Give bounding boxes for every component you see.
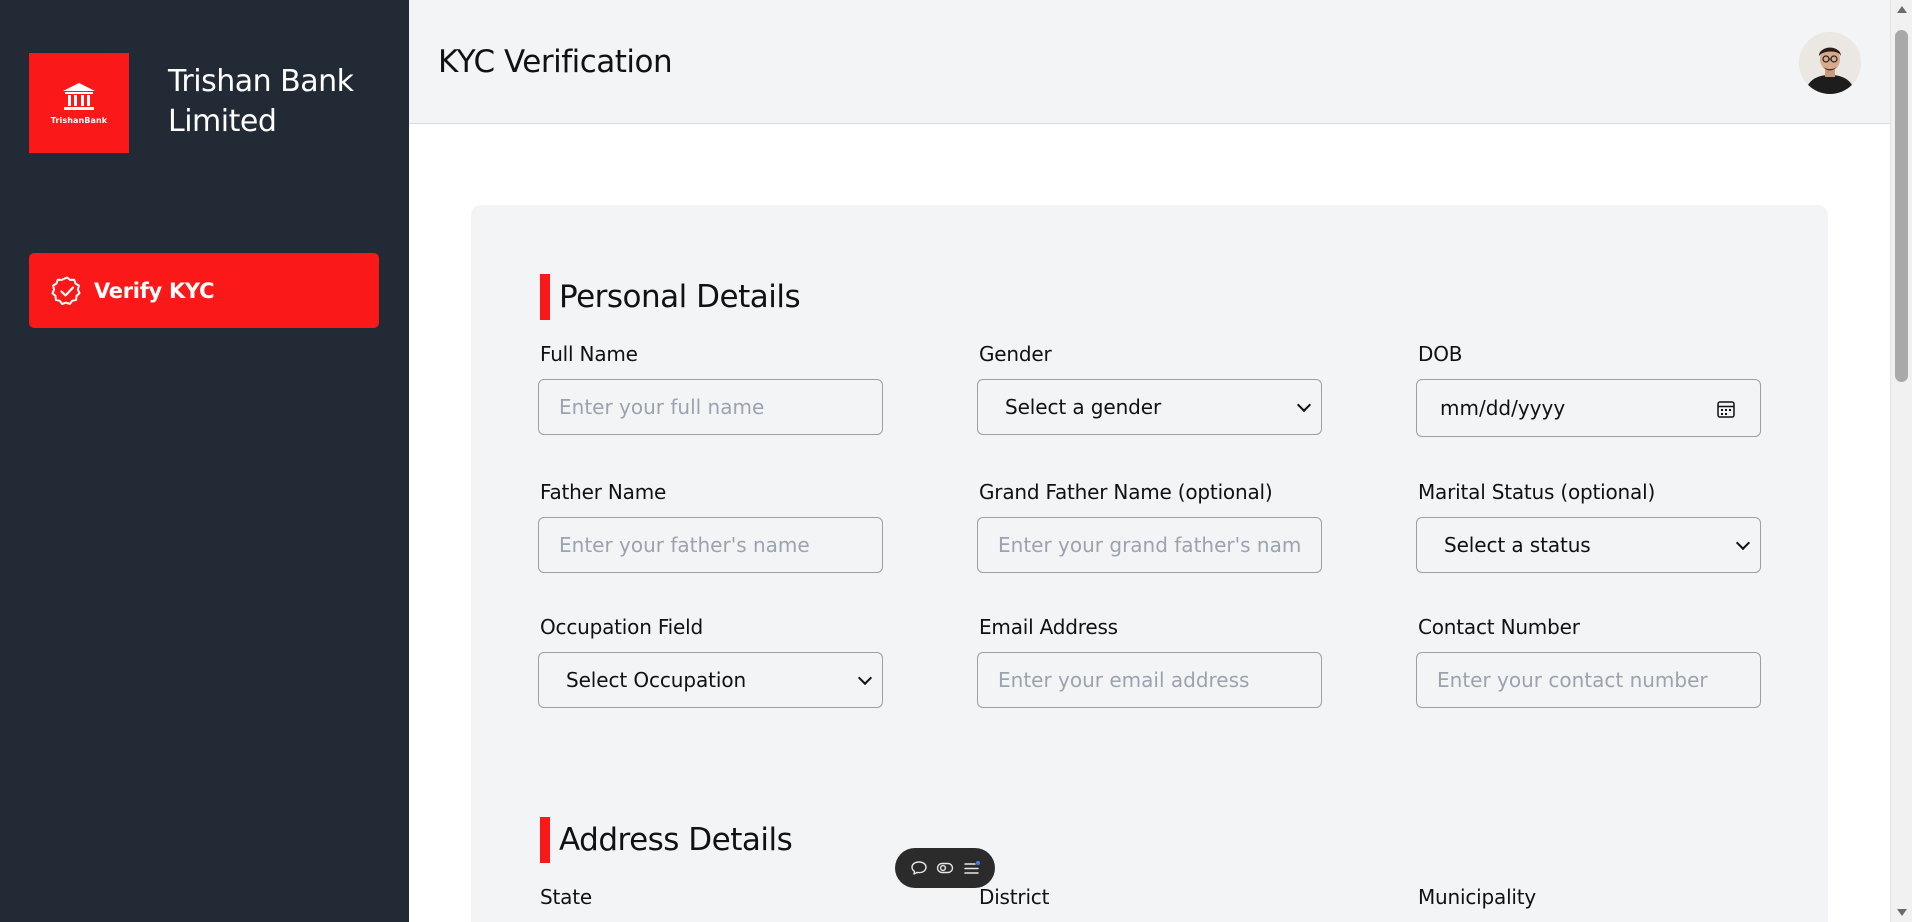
contact-number-input[interactable] <box>1416 652 1761 708</box>
occupation-field: Occupation Field Select Occupation <box>538 615 883 708</box>
grandfather-name-input[interactable] <box>977 517 1322 573</box>
grandfather-name-field: Grand Father Name (optional) <box>977 480 1322 573</box>
municipality-label: Municipality <box>1418 885 1537 909</box>
scroll-up-arrow-icon[interactable] <box>1897 6 1907 13</box>
marital-status-field: Marital Status (optional) Select a statu… <box>1416 480 1761 573</box>
floating-toolbar <box>895 848 995 888</box>
chevron-down-icon <box>1296 397 1312 413</box>
district-label: District <box>979 885 1050 909</box>
marital-status-select[interactable]: Select a status <box>1416 517 1761 573</box>
scroll-thumb[interactable] <box>1895 30 1908 382</box>
section-title: Address Details <box>559 822 793 858</box>
toggle-icon[interactable] <box>936 859 954 877</box>
email-label: Email Address <box>979 615 1118 639</box>
occupation-select[interactable]: Select Occupation <box>538 652 883 708</box>
dob-placeholder: mm/dd/yyyy <box>1440 396 1566 420</box>
dob-field: DOB mm/dd/yyyy <box>1416 342 1761 437</box>
dob-input[interactable]: mm/dd/yyyy <box>1416 379 1761 437</box>
dob-label: DOB <box>1418 342 1463 366</box>
scroll-down-arrow-icon[interactable] <box>1897 909 1907 916</box>
sidebar-item-label: Verify KYC <box>94 278 215 303</box>
state-field: State <box>538 885 883 909</box>
section-accent-bar <box>540 274 550 320</box>
sidebar-item-verify-kyc[interactable]: Verify KYC <box>29 253 379 328</box>
vertical-scrollbar[interactable] <box>1890 0 1912 922</box>
bank-logo[interactable]: TrishanBank <box>29 53 129 153</box>
full-name-label: Full Name <box>540 342 638 366</box>
state-label: State <box>540 885 592 909</box>
calendar-icon[interactable] <box>1716 399 1736 419</box>
menu-notification-icon[interactable] <box>963 859 981 877</box>
chat-icon[interactable] <box>910 859 928 877</box>
section-title: Personal Details <box>559 279 801 315</box>
logo-text: TrishanBank <box>50 115 108 125</box>
gender-selected-value: Select a gender <box>1005 395 1162 419</box>
marital-status-selected-value: Select a status <box>1444 533 1591 557</box>
full-name-field: Full Name <box>538 342 883 435</box>
district-field: District <box>977 885 1322 909</box>
father-name-field: Father Name <box>538 480 883 573</box>
municipality-field: Municipality <box>1416 885 1761 909</box>
full-name-input[interactable] <box>538 379 883 435</box>
avatar[interactable] <box>1799 32 1861 94</box>
bank-building-icon <box>63 82 95 110</box>
marital-status-label: Marital Status (optional) <box>1418 480 1656 504</box>
header: KYC Verification <box>409 0 1890 124</box>
gender-label: Gender <box>979 342 1052 366</box>
chevron-down-icon <box>1735 535 1751 551</box>
bank-name: Trishan Bank Limited <box>168 64 354 139</box>
contact-number-label: Contact Number <box>1418 615 1580 639</box>
gender-select[interactable]: Select a gender <box>977 379 1322 435</box>
sidebar: TrishanBank Trishan Bank Limited Verify … <box>0 0 409 922</box>
email-field: Email Address <box>977 615 1322 708</box>
chevron-down-icon <box>857 670 873 686</box>
gender-field: Gender Select a gender <box>977 342 1322 435</box>
personal-details-heading: Personal Details <box>540 274 801 320</box>
badge-check-icon <box>51 276 81 305</box>
email-input[interactable] <box>977 652 1322 708</box>
father-name-input[interactable] <box>538 517 883 573</box>
section-accent-bar <box>540 817 550 863</box>
user-avatar-icon <box>1799 32 1861 94</box>
father-name-label: Father Name <box>540 480 667 504</box>
occupation-selected-value: Select Occupation <box>566 668 747 692</box>
contact-number-field: Contact Number <box>1416 615 1761 708</box>
occupation-label: Occupation Field <box>540 615 703 639</box>
address-details-heading: Address Details <box>540 817 793 863</box>
page-title: KYC Verification <box>438 44 673 80</box>
grandfather-name-label: Grand Father Name (optional) <box>979 480 1273 504</box>
